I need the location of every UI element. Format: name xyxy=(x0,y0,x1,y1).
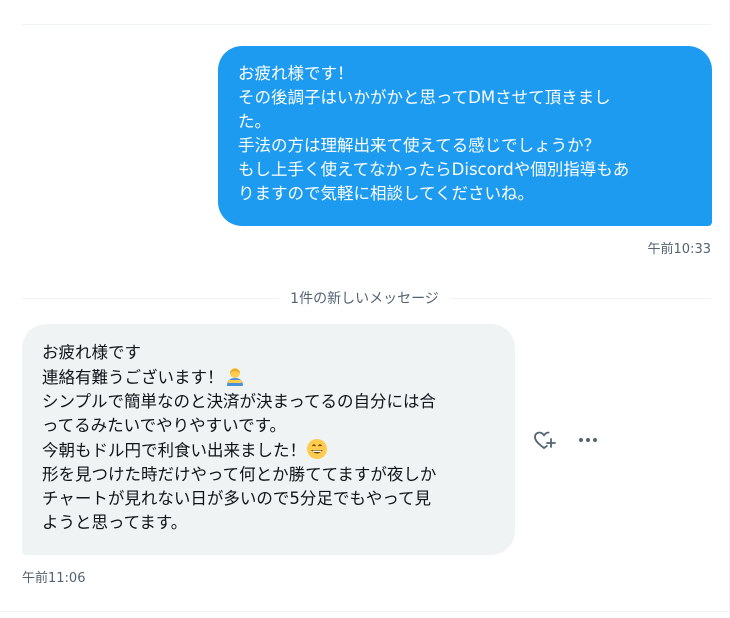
received-line: チャートが見れない日が多いので5分足でもやって見 xyxy=(42,489,432,508)
received-message-bubble[interactable]: お疲れ様です 連絡有難うございます！ シンプルで簡単なのと決済が決まってるの自分… xyxy=(22,324,515,555)
more-horizontal-icon xyxy=(579,438,597,442)
received-line: シンプルで簡単なのと決済が決まってるの自分には合 xyxy=(42,392,437,411)
sent-line: りますので気軽に相談してくださいね。 xyxy=(238,184,535,203)
grinning-face-emoji xyxy=(307,439,327,459)
received-line: ようと思ってます。 xyxy=(42,513,188,532)
bowing-person-emoji xyxy=(226,368,243,386)
received-line: 連絡有難うございます！ xyxy=(42,368,224,387)
sent-line: 手法の方は理解出来て使えてる感じでしょうか？ xyxy=(238,136,601,155)
sent-message-timestamp: 午前10:33 xyxy=(647,242,711,257)
composer-edge xyxy=(0,611,729,618)
react-button[interactable] xyxy=(530,426,558,454)
heart-plus-icon xyxy=(534,431,556,449)
new-messages-label: 1件の新しいメッセージ xyxy=(278,291,451,307)
received-line: お疲れ様です xyxy=(42,343,141,362)
conversation-panel: お疲れ様です！ その後調子はいかがかと思ってDMさせて頂きまし た。 手法の方は… xyxy=(0,0,730,618)
sent-line: もし上手く使えてなかったらDiscordや個別指導もあ xyxy=(238,160,630,179)
sent-message-bubble[interactable]: お疲れ様です！ その後調子はいかがかと思ってDMさせて頂きまし た。 手法の方は… xyxy=(218,46,712,226)
sent-line: その後調子はいかがかと思ってDMさせて頂きまし xyxy=(238,88,611,107)
top-divider xyxy=(22,24,711,25)
received-message-timestamp: 午前11:06 xyxy=(22,571,86,586)
received-line: ってるみたいでやりやすいです。 xyxy=(42,416,287,435)
sent-line: お疲れ様です！ xyxy=(238,64,354,83)
received-line: 今朝もドル円で利食い出来ました！ xyxy=(42,441,306,460)
received-line: 形を見つけた時だけやって何とか勝ててますが夜しか xyxy=(42,465,437,484)
more-options-button[interactable] xyxy=(574,426,602,454)
sent-line: た。 xyxy=(238,112,271,131)
